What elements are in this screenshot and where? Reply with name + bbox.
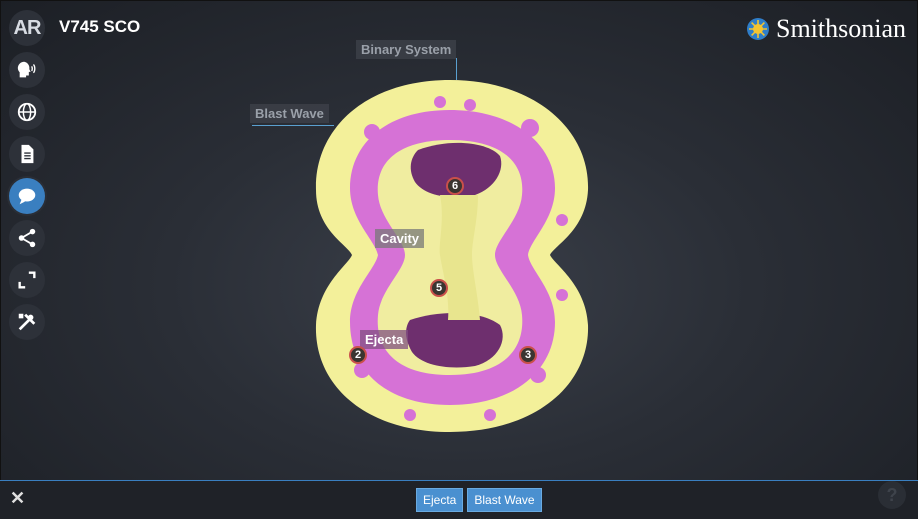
annotations-button[interactable] <box>9 178 45 214</box>
fullscreen-icon <box>18 271 36 289</box>
annotations-icon <box>18 188 36 205</box>
tools-button[interactable] <box>9 304 45 340</box>
tag-button-ejecta[interactable]: Ejecta <box>416 488 464 512</box>
nova-model[interactable] <box>300 70 600 440</box>
cavity-bottom <box>406 313 503 368</box>
tools-icon <box>18 313 36 331</box>
share-button[interactable] <box>9 220 45 256</box>
fullscreen-button[interactable] <box>9 262 45 298</box>
marker-2[interactable]: 2 <box>349 346 367 364</box>
annotation-cavity[interactable]: Cavity <box>375 229 425 248</box>
document-icon <box>21 144 34 164</box>
globe-icon <box>17 102 37 122</box>
leader-line <box>456 58 457 80</box>
ar-button[interactable]: AR <box>9 10 45 46</box>
sun-icon <box>746 18 769 40</box>
smithsonian-logo: Smithsonian <box>746 14 906 44</box>
audio-narration-icon <box>17 61 36 78</box>
page-title: V745 SCO <box>59 17 141 36</box>
marker-5[interactable]: 5 <box>430 279 448 297</box>
help-button[interactable]: ? <box>878 481 906 509</box>
close-button[interactable]: ✕ <box>10 488 25 509</box>
share-icon <box>18 228 36 248</box>
tag-button-blast-wave[interactable]: Blast Wave <box>467 488 542 512</box>
marker-6[interactable]: 6 <box>446 177 464 195</box>
document-button[interactable] <box>9 136 45 172</box>
leader-line <box>252 125 334 126</box>
globe-button[interactable] <box>9 94 45 130</box>
annotation-blast-wave[interactable]: Blast Wave <box>250 104 329 123</box>
annotation-ejecta[interactable]: Ejecta <box>360 330 409 349</box>
tag-buttons: Ejecta Blast Wave <box>416 488 542 512</box>
audio-narration-button[interactable] <box>9 52 45 88</box>
brand-name: Smithsonian <box>775 14 906 43</box>
annotation-binary-system[interactable]: Binary System <box>356 40 457 59</box>
marker-3[interactable]: 3 <box>519 346 537 364</box>
bottom-bar: ✕ Ejecta Blast Wave ? <box>0 480 918 519</box>
